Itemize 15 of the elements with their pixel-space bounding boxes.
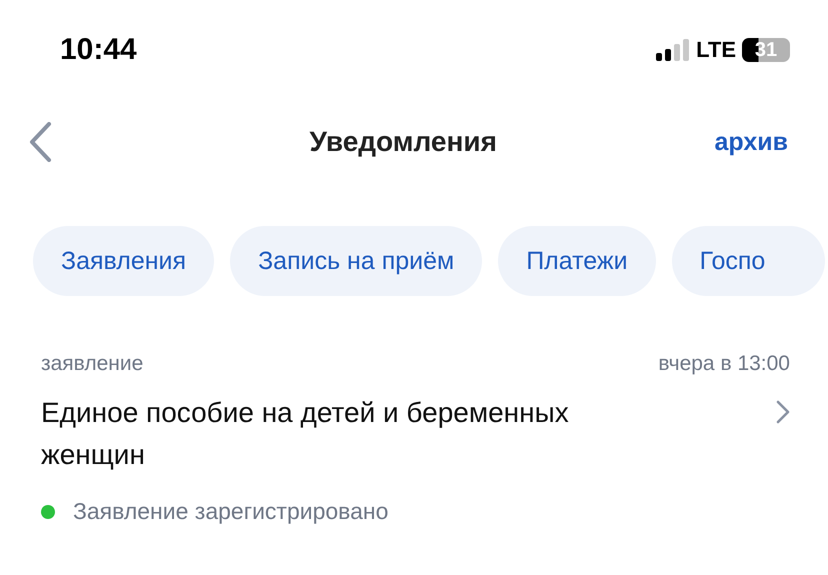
- signal-icon: [656, 39, 690, 61]
- category-label: заявление: [41, 352, 144, 376]
- filter-chip[interactable]: Платежи: [498, 226, 656, 296]
- filter-chip[interactable]: Заявления: [33, 226, 214, 296]
- chevron-icon[interactable]: [776, 400, 790, 424]
- back-icon[interactable]: [28, 122, 52, 162]
- notification-title[interactable]: Единое пособие на детей и беременных женщин: [41, 392, 661, 476]
- status-text: Заявление зарегистрировано: [73, 498, 388, 525]
- filter-chip[interactable]: Госпо: [672, 226, 826, 296]
- clock: 10:44: [60, 33, 137, 67]
- network-label: LTE: [696, 37, 736, 63]
- page-title: Уведомления: [310, 126, 497, 158]
- filter-chip[interactable]: Запись на приём: [230, 226, 482, 296]
- archive-link[interactable]: архив: [714, 128, 788, 156]
- timestamp: вчера в 13:00: [658, 352, 790, 376]
